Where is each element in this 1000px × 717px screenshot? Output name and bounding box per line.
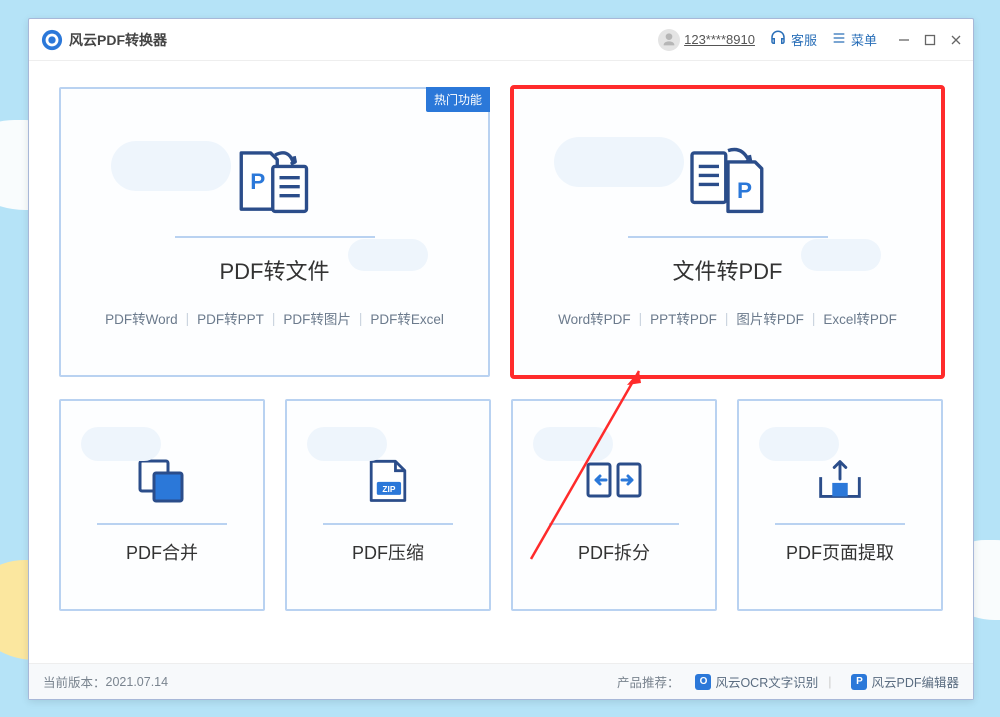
card-title: PDF页面提取 [786,539,894,565]
annotation-arrow-icon [501,359,671,579]
support-link[interactable]: 客服 [769,29,817,50]
sub-label: PDF转PPT [197,308,264,328]
menu-icon [831,30,847,49]
avatar[interactable] [658,29,680,51]
pdf-to-file-icon: P [230,136,320,226]
card-pdf-compress[interactable]: ZIP PDF压缩 [285,399,491,611]
user-icon [661,32,677,48]
close-button[interactable] [949,33,963,47]
card-title: 文件转PDF [672,254,782,286]
svg-text:P: P [250,169,265,194]
sub-label: 图片转PDF [736,308,804,328]
recommend-ocr-link[interactable]: O 风云OCR文字识别 [695,672,818,691]
sub-label: Word转PDF [558,308,631,328]
svg-text:ZIP: ZIP [382,484,395,494]
minimize-button[interactable] [897,33,911,47]
menu-link[interactable]: 菜单 [831,30,877,49]
sub-label: PPT转PDF [650,308,717,328]
card-pdf-extract[interactable]: PDF页面提取 [737,399,943,611]
maximize-button[interactable] [923,33,937,47]
hot-badge: 热门功能 [426,87,490,112]
statusbar: 当前版本： 2021.07.14 产品推荐： O 风云OCR文字识别 | P 风… [29,663,973,699]
card-subtitle-row: Word转PDF| PPT转PDF| 图片转PDF| Excel转PDF [558,308,897,328]
titlebar: 风云PDF转换器 123****8910 客服 菜单 [29,19,973,61]
version-label: 当前版本： [43,672,106,691]
link-label: 风云PDF编辑器 [871,672,959,691]
app-logo-icon [41,29,63,51]
svg-text:P: P [737,178,752,203]
card-pdf-merge[interactable]: PDF合并 [59,399,265,611]
user-id-link[interactable]: 123****8910 [684,32,755,47]
app-title: 风云PDF转换器 [69,30,167,50]
card-subtitle-row: PDF转Word| PDF转PPT| PDF转图片| PDF转Excel [105,308,444,328]
link-label: 风云OCR文字识别 [715,672,818,691]
sub-label: PDF转Word [105,308,178,328]
sub-label: Excel转PDF [823,308,897,328]
support-label: 客服 [791,30,817,49]
card-title: PDF转文件 [219,254,329,286]
card-title: PDF合并 [126,539,198,565]
file-to-pdf-icon: P [683,136,773,226]
card-pdf-to-file[interactable]: 热门功能 P [59,87,490,377]
content-area: 热门功能 P [29,61,973,663]
ocr-icon: O [695,674,711,690]
headset-icon [769,29,787,50]
app-window: 风云PDF转换器 123****8910 客服 菜单 [28,18,974,700]
editor-icon: P [851,674,867,690]
menu-label: 菜单 [851,30,877,49]
recommend-editor-link[interactable]: P 风云PDF编辑器 [851,672,959,691]
sub-label: PDF转图片 [283,308,351,328]
version-value: 2021.07.14 [106,675,169,689]
recommend-label: 产品推荐： [617,672,680,691]
card-title: PDF压缩 [352,539,424,565]
card-file-to-pdf[interactable]: P 文件转PDF Word转PDF| PPT转PDF| 图片转PDF| Exce… [512,87,943,377]
sub-label: PDF转Excel [370,308,444,328]
